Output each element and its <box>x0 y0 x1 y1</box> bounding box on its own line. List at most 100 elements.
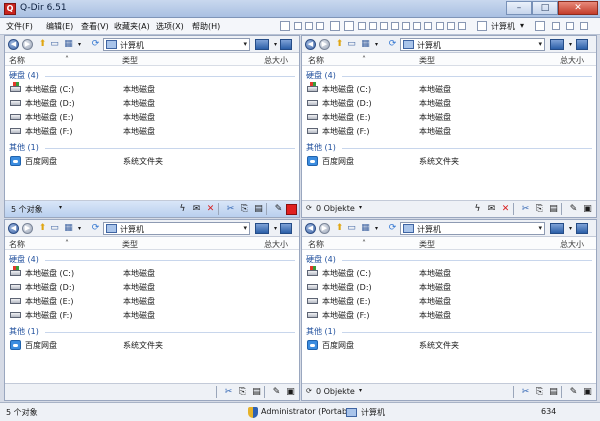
computer-icon[interactable] <box>477 21 487 31</box>
up-icon[interactable]: ⬆ <box>334 223 345 234</box>
layout-3-icon[interactable] <box>305 22 313 30</box>
rename-icon[interactable]: ✎ <box>272 203 285 216</box>
list-item[interactable]: 本地磁盘 (F:) 本地磁盘 <box>306 309 586 321</box>
layout-11-icon[interactable] <box>402 22 410 30</box>
forward-icon[interactable]: ▶ <box>22 223 33 234</box>
copy-icon[interactable]: ⎘ <box>238 203 251 216</box>
layout-16-icon[interactable] <box>458 22 466 30</box>
view-layout-button[interactable] <box>550 223 564 234</box>
group-header-disks[interactable]: 硬盘 (4) <box>9 70 39 81</box>
layout-5-icon[interactable] <box>330 21 340 31</box>
col-name[interactable]: 名称 <box>308 55 324 66</box>
pane-top-left[interactable]: ◀ ▶ ⬆ ▭ ▦ ▾ ⟳ 计算机 ▾ ▾ 名称 ˄ 类型 总大小 硬盘 (4)… <box>4 35 300 218</box>
list-item[interactable]: 本地磁盘 (C:) 本地磁盘 <box>306 266 586 279</box>
layout-7-icon[interactable] <box>358 22 366 30</box>
col-type[interactable]: 类型 <box>122 239 138 250</box>
group-header-other[interactable]: 其他 (1) <box>9 142 39 153</box>
group-header-other[interactable]: 其他 (1) <box>306 326 336 337</box>
rename-icon[interactable]: ✎ <box>567 386 580 399</box>
back-icon[interactable]: ◀ <box>305 39 316 50</box>
group-header-disks[interactable]: 硬盘 (4) <box>306 70 336 81</box>
layout-6-icon[interactable] <box>344 21 354 31</box>
col-size[interactable]: 总大小 <box>560 239 584 250</box>
pane-menu-button[interactable] <box>280 223 292 234</box>
view-dropdown-icon[interactable]: ▾ <box>371 223 382 234</box>
settings-icon[interactable] <box>552 22 560 30</box>
stop-icon[interactable] <box>286 204 297 215</box>
layout-10-icon[interactable] <box>391 22 399 30</box>
chevron-down-icon[interactable]: ▾ <box>538 224 542 232</box>
list-item[interactable]: 本地磁盘 (E:) 本地磁盘 <box>9 111 289 123</box>
list-item[interactable]: 本地磁盘 (E:) 本地磁盘 <box>306 111 586 123</box>
list-item[interactable]: 本地磁盘 (F:) 本地磁盘 <box>9 125 289 137</box>
chevron-down-icon[interactable]: ▾ <box>359 387 362 394</box>
forward-icon[interactable]: ▶ <box>319 39 330 50</box>
col-name[interactable]: 名称 <box>9 55 25 66</box>
pane-bottom-left[interactable]: ◀ ▶ ⬆ ▭ ▦ ▾ ⟳ 计算机 ▾ ▾ 名称 ˄ 类型 总大小 硬盘 (4)… <box>4 219 300 401</box>
list-item[interactable]: 本地磁盘 (D:) 本地磁盘 <box>306 281 586 293</box>
help-icon[interactable] <box>580 22 588 30</box>
address-field[interactable]: 计算机 ▾ <box>103 38 250 51</box>
folder-icon[interactable]: ▭ <box>346 39 357 50</box>
address-field[interactable]: 计算机 ▾ <box>400 222 545 235</box>
list-item[interactable]: 百度网盘 系统文件夹 <box>306 339 586 351</box>
maximize-button[interactable]: □ <box>532 1 558 15</box>
paste-icon[interactable]: ▤ <box>547 386 560 399</box>
view-dropdown-icon[interactable]: ▾ <box>371 39 382 50</box>
copy-icon[interactable]: ⎘ <box>533 203 546 216</box>
view-layout-button[interactable] <box>255 39 269 50</box>
layout-4-icon[interactable] <box>316 22 324 30</box>
list-item[interactable]: 本地磁盘 (D:) 本地磁盘 <box>9 281 289 293</box>
list-item[interactable]: 本地磁盘 (F:) 本地磁盘 <box>306 125 586 137</box>
chevron-down-icon[interactable]: ▾ <box>243 224 247 232</box>
paste-icon[interactable]: ▤ <box>252 203 265 216</box>
chevron-down-icon[interactable]: ▾ <box>538 40 542 48</box>
pane-bottom-right[interactable]: ◀ ▶ ⬆ ▭ ▦ ▾ ⟳ 计算机 ▾ ▾ 名称 ˄ 类型 总大小 硬盘 (4)… <box>301 219 597 401</box>
cut-icon[interactable]: ✂ <box>519 386 532 399</box>
menu-location-dropdown[interactable]: ▾ <box>520 21 524 30</box>
view-mode-icon[interactable]: ▦ <box>360 223 371 234</box>
col-type[interactable]: 类型 <box>122 55 138 66</box>
paste-icon[interactable]: ▤ <box>547 203 560 216</box>
list-item[interactable]: 本地磁盘 (C:) 本地磁盘 <box>306 82 586 95</box>
layout-14-icon[interactable] <box>436 22 444 30</box>
forward-icon[interactable]: ▶ <box>319 223 330 234</box>
back-icon[interactable]: ◀ <box>305 223 316 234</box>
col-name[interactable]: 名称 <box>9 239 25 250</box>
list-item[interactable]: 本地磁盘 (E:) 本地磁盘 <box>9 295 289 307</box>
list-item[interactable]: 本地磁盘 (F:) 本地磁盘 <box>9 309 289 321</box>
refresh-icon[interactable]: ⟳ <box>387 223 398 234</box>
view-layout-button[interactable] <box>550 39 564 50</box>
folder-icon[interactable]: ▭ <box>49 223 60 234</box>
list-item[interactable]: 本地磁盘 (D:) 本地磁盘 <box>306 97 586 109</box>
list-item[interactable]: 百度网盘 系统文件夹 <box>9 339 289 351</box>
minimize-button[interactable]: – <box>506 1 532 15</box>
up-icon[interactable]: ⬆ <box>37 39 48 50</box>
view-dropdown-icon[interactable]: ▾ <box>74 39 85 50</box>
menu-file[interactable]: 文件(F) <box>6 21 33 32</box>
group-header-other[interactable]: 其他 (1) <box>306 142 336 153</box>
delete-icon[interactable]: ✕ <box>204 203 217 216</box>
refresh-icon[interactable]: ⟳ <box>90 39 101 50</box>
col-name[interactable]: 名称 <box>308 239 324 250</box>
folder-icon[interactable]: ▭ <box>346 223 357 234</box>
copy-icon[interactable]: ⎘ <box>236 386 249 399</box>
address-field[interactable]: 计算机 ▾ <box>103 222 250 235</box>
col-type[interactable]: 类型 <box>419 239 435 250</box>
mail-icon[interactable]: ✉ <box>485 203 498 216</box>
more-icon[interactable]: ▣ <box>581 386 594 399</box>
back-icon[interactable]: ◀ <box>8 39 19 50</box>
forward-icon[interactable]: ▶ <box>22 39 33 50</box>
list-item[interactable]: 本地磁盘 (D:) 本地磁盘 <box>9 97 289 109</box>
layout-12-icon[interactable] <box>413 22 421 30</box>
address-field[interactable]: 计算机 ▾ <box>400 38 545 51</box>
chevron-down-icon[interactable]: ▾ <box>359 204 362 211</box>
layout-13-icon[interactable] <box>424 22 432 30</box>
filter-icon[interactable]: ϟ <box>176 203 189 216</box>
group-header-disks[interactable]: 硬盘 (4) <box>306 254 336 265</box>
cut-icon[interactable]: ✂ <box>519 203 532 216</box>
col-size[interactable]: 总大小 <box>560 55 584 66</box>
refresh-icon[interactable]: ⟳ <box>90 223 101 234</box>
menu-help[interactable]: 帮助(H) <box>192 21 220 32</box>
menu-location[interactable]: 计算机 <box>491 21 515 32</box>
